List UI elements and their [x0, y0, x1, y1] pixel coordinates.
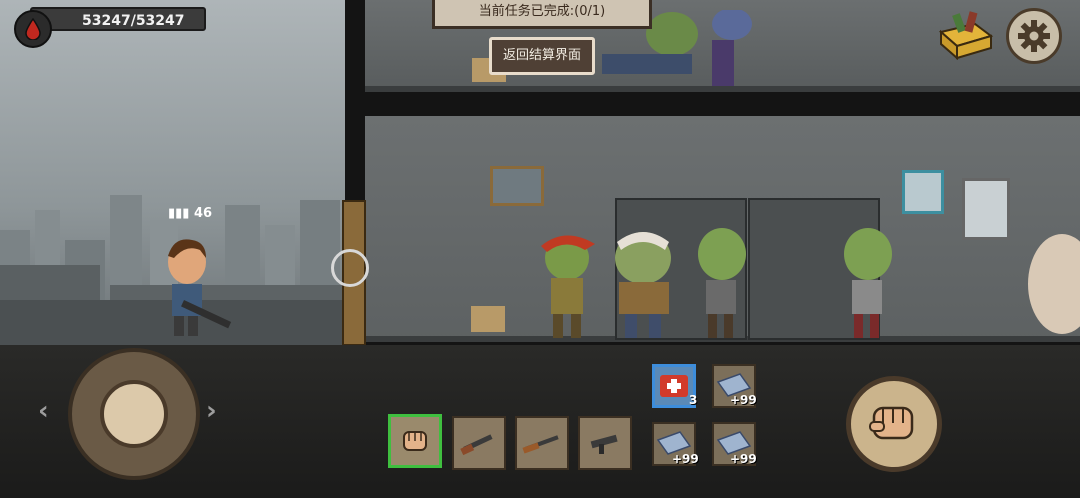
joystick-knob[interactable] [100, 380, 168, 448]
blueprint-count: +99 [730, 393, 757, 407]
fist-icon [869, 406, 914, 440]
blueprint-count: +99 [672, 452, 699, 466]
medkit-icon [660, 375, 688, 397]
health-bar: 53247/53247 [30, 7, 206, 31]
ammo-count: 46 [194, 206, 213, 221]
attack-button[interactable] [846, 376, 942, 472]
zombie-walker [698, 228, 746, 338]
game-screen: ▮▮▮ 46 53247/53247 当前任务已完成:(0/1) 返回结算界面 … [0, 0, 1080, 498]
chevron-right-icon: › [206, 396, 217, 426]
skull-poster [902, 170, 944, 214]
blood-drop-icon [14, 10, 52, 48]
medkit-count: 3 [689, 393, 698, 407]
blueprint-count: +99 [730, 452, 757, 466]
fist-icon [403, 431, 427, 451]
zombie-firefighter [541, 235, 595, 338]
ammo-indicator: ▮▮▮ 46 [168, 206, 212, 221]
shotgun-icon [460, 434, 493, 456]
chevron-left-icon: ‹ [38, 396, 49, 426]
settings-button[interactable] [1006, 8, 1062, 64]
weapon-slot-smg[interactable] [578, 416, 632, 470]
zombie-walker [844, 228, 892, 338]
gear-icon [1018, 20, 1050, 52]
zombie-brute [615, 232, 671, 338]
supply-crate-icon[interactable] [935, 10, 995, 60]
painting [490, 166, 544, 206]
framed-picture [962, 178, 1010, 240]
zombie-fat [1028, 234, 1080, 334]
weapon-slot-fist[interactable] [388, 414, 442, 468]
rifle-icon [522, 435, 559, 454]
return-to-settlement-button[interactable]: 返回结算界面 [489, 37, 595, 75]
smg-icon [590, 434, 618, 454]
bullets-icon: ▮▮▮ [168, 206, 190, 221]
cardboard-box [471, 306, 505, 332]
task-notice: 当前任务已完成:(0/1) [432, 0, 652, 29]
weapon-slot-shotgun[interactable] [452, 416, 506, 470]
door-interact-button[interactable] [331, 249, 369, 287]
weapon-slot-rifle[interactable] [515, 416, 569, 470]
player-character [168, 239, 232, 336]
